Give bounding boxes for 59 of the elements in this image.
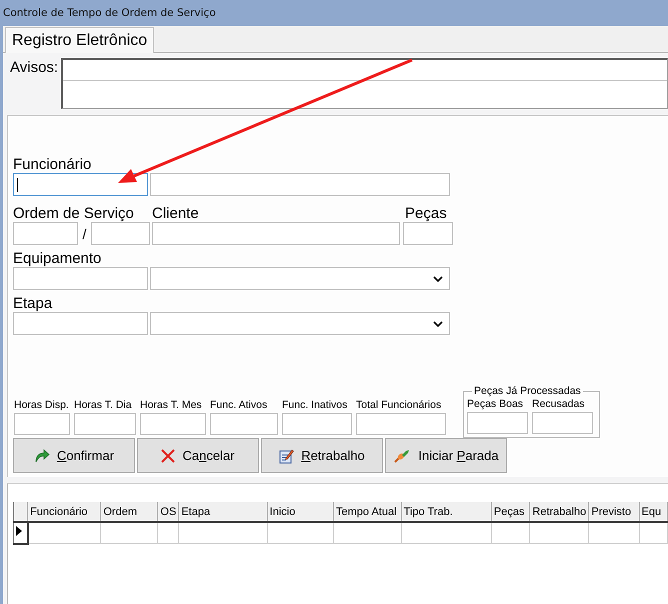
- column-header[interactable]: OS: [158, 502, 179, 522]
- stat-label: Horas Disp.: [14, 399, 70, 411]
- stage-code-field[interactable]: [13, 312, 148, 335]
- close-icon: [161, 448, 176, 462]
- column-header[interactable]: Funcionário: [28, 502, 101, 522]
- stat-field[interactable]: [140, 413, 206, 435]
- stat-label: Peças Boas: [467, 398, 524, 410]
- action-button[interactable]: Iniciar Parada: [385, 438, 507, 473]
- pencil-note-icon: [279, 448, 294, 464]
- employee-code-field[interactable]: [13, 173, 148, 196]
- stat-label: Func. Ativos: [210, 399, 268, 411]
- column-header[interactable]: Tempo Atual: [333, 502, 402, 522]
- field-label: Ordem de Serviço: [13, 205, 135, 222]
- column-header[interactable]: Inicio: [267, 502, 334, 522]
- order-field[interactable]: [13, 222, 78, 245]
- equipment-code-field[interactable]: [13, 267, 148, 290]
- tab[interactable]: Registro Eletrônico: [5, 27, 154, 53]
- group-title: Peças Já Processadas: [472, 385, 583, 397]
- stat-field[interactable]: [14, 413, 70, 435]
- client-field[interactable]: [152, 222, 400, 245]
- avisos-field[interactable]: [61, 58, 668, 109]
- column-header[interactable]: Equ: [639, 502, 668, 522]
- stat-field[interactable]: [467, 412, 528, 434]
- chevron-down-icon: [433, 320, 443, 326]
- field-label: Cliente: [152, 205, 200, 222]
- stat-label: Func. Inativos: [282, 399, 348, 411]
- stat-field[interactable]: [74, 413, 136, 435]
- equipment-dropdown[interactable]: [150, 267, 450, 290]
- column-header[interactable]: Tipo Trab.: [401, 502, 492, 522]
- plug-icon: [393, 448, 412, 464]
- stat-field[interactable]: [210, 413, 278, 435]
- stat-field[interactable]: [532, 412, 593, 434]
- pieces-field[interactable]: [403, 222, 453, 245]
- column-header[interactable]: Ordem: [100, 502, 158, 522]
- action-button[interactable]: Retrabalho: [261, 438, 383, 473]
- column-header[interactable]: Etapa: [178, 502, 268, 522]
- curved-arrow-icon: [34, 448, 50, 462]
- action-button[interactable]: Cancelar: [137, 438, 259, 473]
- window-title: Controle de Tempo de Ordem de Serviço: [3, 7, 216, 19]
- field-label: Peças: [405, 205, 447, 222]
- avisos-label: Avisos:: [9, 58, 60, 76]
- stat-label: Recusadas: [532, 398, 586, 410]
- stat-label: Total Funcionários: [356, 399, 442, 411]
- column-header[interactable]: Retrabalho: [530, 502, 589, 522]
- stage-dropdown[interactable]: [150, 312, 450, 335]
- action-button[interactable]: Confirmar: [13, 438, 135, 473]
- field-label: Funcionário: [13, 156, 92, 173]
- chevron-down-icon: [433, 276, 443, 282]
- field-label: Etapa: [13, 295, 54, 312]
- stat-field[interactable]: [356, 413, 446, 435]
- separator-text: /: [82, 226, 88, 242]
- stat-field[interactable]: [282, 413, 352, 435]
- stat-label: Horas T. Mes: [140, 399, 203, 411]
- column-header[interactable]: Peças: [491, 502, 530, 522]
- column-header[interactable]: Previsto: [588, 502, 640, 522]
- stat-label: Horas T. Dia: [74, 399, 133, 411]
- employee-name-field[interactable]: [150, 173, 450, 196]
- order-suffix-field[interactable]: [91, 222, 150, 245]
- field-label: Equipamento: [13, 250, 102, 267]
